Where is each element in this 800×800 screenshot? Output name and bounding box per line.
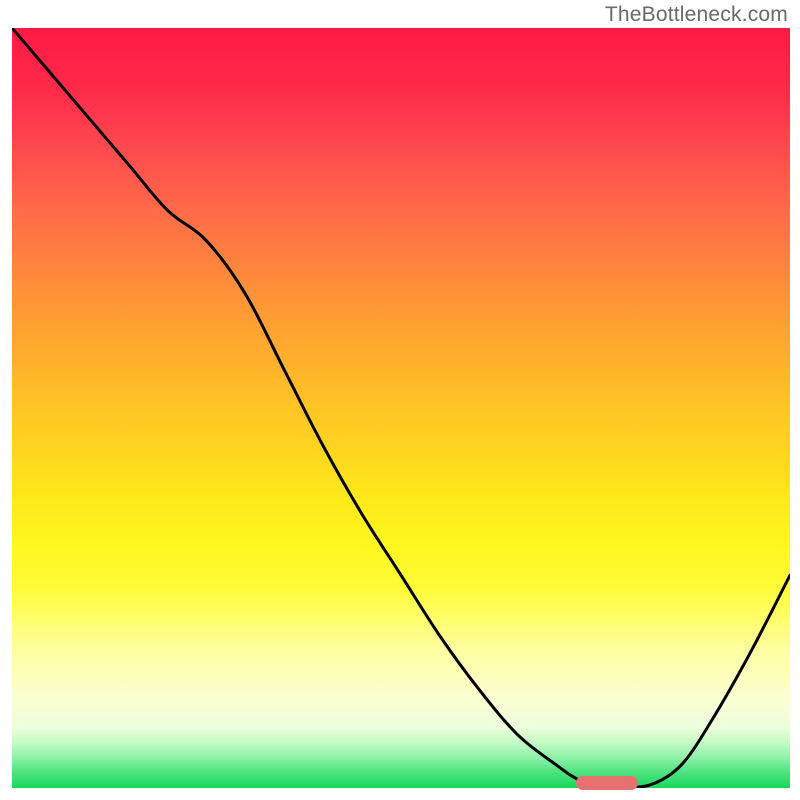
sweet-spot-marker	[576, 776, 638, 790]
watermark-text: TheBottleneck.com	[605, 3, 788, 27]
bottleneck-curve-path	[12, 28, 790, 787]
bottleneck-chart: TheBottleneck.com	[0, 0, 800, 800]
curve-svg	[12, 28, 790, 788]
